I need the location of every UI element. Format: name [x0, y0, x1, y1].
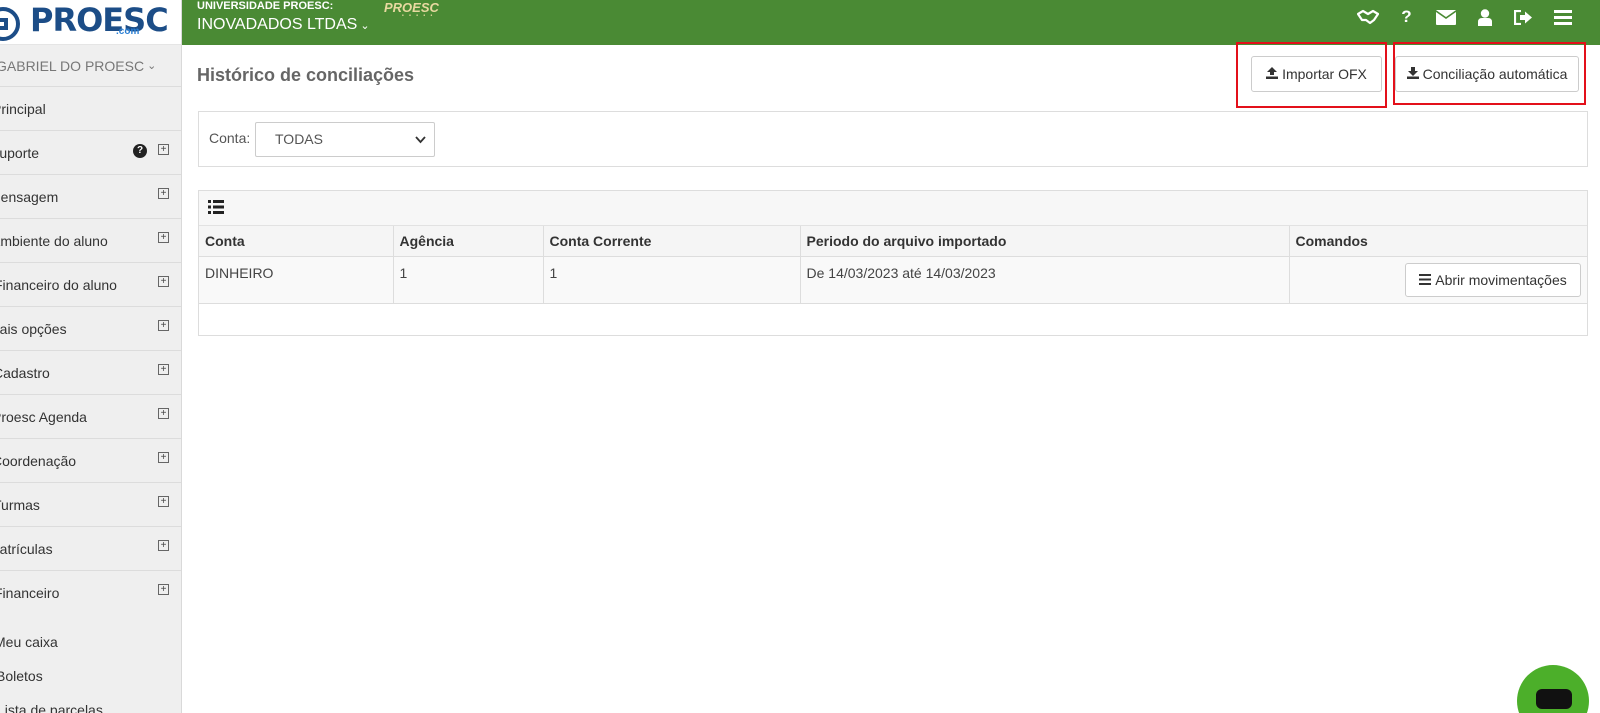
panel-footer	[199, 303, 1587, 325]
mini-logo-dots: • • • • •	[402, 13, 435, 19]
question-circle-icon[interactable]: ?	[133, 144, 147, 158]
expand-icon[interactable]: +	[158, 540, 169, 551]
expand-icon[interactable]: +	[158, 276, 169, 287]
hamburger-menu-icon[interactable]	[1543, 0, 1582, 34]
expand-icon[interactable]: +	[158, 320, 169, 331]
sidebar-item-ambiente-do-aluno[interactable]: Ambiente do aluno +	[0, 219, 181, 263]
account-select[interactable]: TODAS	[255, 122, 435, 157]
sidebar-subitem-lista-de-parcelas[interactable]: Lista de parcelas	[0, 693, 181, 713]
envelope-icon[interactable]	[1426, 0, 1465, 34]
handshake-icon[interactable]	[1348, 0, 1387, 34]
sidebar-subitem-meu-caixa[interactable]: Meu caixa	[0, 625, 181, 659]
logo[interactable]: PROESC .com	[0, 0, 181, 45]
column-header-conta: Conta	[199, 226, 394, 257]
proesc-mini-logo: PROESC • • • • •	[384, 0, 439, 19]
panel-header	[199, 191, 1587, 226]
cell-conta-corrente: 1	[543, 256, 801, 304]
column-header-agencia: Agência	[393, 226, 544, 257]
sidebar: PROESC .com GABRIEL DO PROESC ⌄ Principa…	[0, 0, 182, 713]
chevron-down-icon	[415, 123, 426, 169]
cell-agencia: 1	[393, 256, 544, 304]
expand-icon[interactable]: +	[158, 232, 169, 243]
reconciliation-table-panel: Conta Agência Conta Corrente Periodo do …	[198, 190, 1588, 336]
sidebar-item-label: Proesc Agenda	[0, 408, 87, 425]
logo-com: .com	[116, 26, 140, 37]
chevron-down-icon: ⌄	[360, 20, 370, 32]
sidebar-item-label: Ambiente do aluno	[0, 232, 108, 249]
sidebar-item-proesc-agenda[interactable]: Proesc Agenda +	[0, 395, 181, 439]
page-title: Histórico de conciliações	[197, 65, 415, 85]
org-label: UNIVERSIDADE PROESC:	[197, 0, 334, 12]
user-menu[interactable]: GABRIEL DO PROESC ⌄	[0, 45, 181, 87]
list-icon	[208, 200, 224, 214]
sidebar-item-cadastro[interactable]: Cadastro +	[0, 351, 181, 395]
sidebar-item-suporte[interactable]: Suporte ? +	[0, 131, 181, 175]
topbar: UNIVERSIDADE PROESC: INOVADADOS LTDAS ⌄ P…	[182, 0, 1600, 45]
expand-icon[interactable]: +	[158, 408, 169, 419]
chat-icon	[1536, 689, 1572, 709]
table-header-row: Conta Agência Conta Corrente Periodo do …	[199, 226, 1587, 257]
account-select-value: TODAS	[275, 131, 323, 147]
sidebar-item-principal[interactable]: Principal	[0, 87, 181, 131]
sidebar-item-label: Principal	[0, 100, 46, 117]
main-content: Histórico de conciliações Importar OFX C…	[182, 42, 1600, 713]
sidebar-item-mensagem[interactable]: Mensagem +	[0, 175, 181, 219]
highlight-box-auto	[1393, 42, 1586, 105]
open-movements-button[interactable]: Abrir movimentações	[1405, 262, 1581, 297]
expand-icon[interactable]: +	[158, 364, 169, 375]
expand-icon[interactable]: +	[158, 188, 169, 199]
bars-icon	[1419, 274, 1432, 285]
financeiro-submenu: Meu caixa Boletos Lista de parcelas	[0, 615, 181, 713]
sidebar-item-label: Mais opções	[0, 320, 67, 337]
user-name: GABRIEL DO PROESC	[0, 57, 145, 74]
org-selector[interactable]: INOVADADOS LTDAS ⌄	[197, 16, 370, 34]
sidebar-item-financeiro-do-aluno[interactable]: Financeiro do aluno +	[0, 263, 181, 307]
expand-icon[interactable]: +	[158, 496, 169, 507]
sidebar-item-label: Suporte	[0, 144, 40, 161]
sidebar-item-label: Matrículas	[0, 540, 53, 557]
sidebar-subitem-label: Lista de parcelas	[0, 702, 103, 713]
sidebar-item-label: Financeiro do aluno	[0, 276, 117, 293]
expand-icon[interactable]: +	[158, 452, 169, 463]
sidebar-item-label: Financeiro	[0, 585, 60, 601]
sidebar-item-turmas[interactable]: Turmas +	[0, 483, 181, 527]
user-icon[interactable]	[1465, 0, 1504, 34]
column-header-comandos: Comandos	[1289, 226, 1587, 257]
table-row: DINHEIRO 1 1 De 14/03/2023 até 14/03/202…	[199, 256, 1587, 304]
sign-out-icon[interactable]	[1504, 0, 1543, 34]
cell-periodo: De 14/03/2023 até 14/03/2023	[800, 256, 1290, 304]
logo-pro: PRO	[30, 1, 103, 39]
sidebar-item-coordenacao[interactable]: Coordenação +	[0, 439, 181, 483]
sidebar-subitem-boletos[interactable]: Boletos	[0, 659, 181, 693]
sidebar-item-mais-opcoes[interactable]: Mais opções +	[0, 307, 181, 351]
sidebar-subitem-label: Boletos	[0, 668, 43, 684]
account-filter-label: Conta:	[209, 130, 251, 146]
help-icon[interactable]: ?	[1387, 0, 1426, 34]
logo-icon	[0, 7, 20, 41]
org-name: INOVADADOS LTDAS	[197, 16, 358, 33]
reconciliation-table: Conta Agência Conta Corrente Periodo do …	[199, 226, 1587, 304]
column-header-periodo: Periodo do arquivo importado	[800, 226, 1290, 257]
expand-icon[interactable]: +	[158, 584, 169, 595]
sidebar-item-financeiro[interactable]: Financeiro +	[0, 571, 181, 615]
highlight-box-import	[1236, 42, 1387, 108]
cell-comandos: Abrir movimentações	[1289, 256, 1587, 304]
cell-conta: DINHEIRO	[199, 256, 394, 304]
expand-icon[interactable]: +	[158, 144, 169, 155]
filter-panel: Conta: TODAS	[198, 111, 1588, 167]
sidebar-item-label: Cadastro	[0, 364, 50, 381]
column-header-conta-corrente: Conta Corrente	[543, 226, 801, 257]
sidebar-item-label: Turmas	[0, 496, 40, 513]
sidebar-subitem-label: Meu caixa	[0, 634, 58, 650]
sidebar-item-label: Mensagem	[0, 188, 59, 205]
sidebar-item-matriculas[interactable]: Matrículas +	[0, 527, 181, 571]
chevron-down-icon: ⌄	[147, 60, 157, 72]
top-icons: ?	[1348, 0, 1582, 34]
sidebar-item-label: Coordenação	[0, 452, 77, 469]
open-movements-label: Abrir movimentações	[1435, 271, 1567, 288]
